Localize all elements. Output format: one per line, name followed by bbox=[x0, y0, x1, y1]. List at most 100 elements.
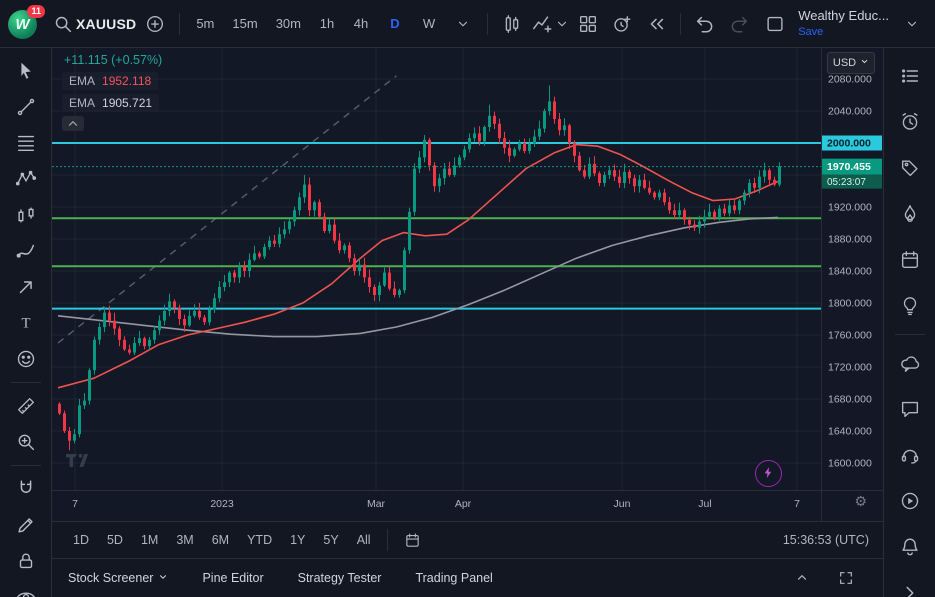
user-menu-button[interactable]: W 11 bbox=[8, 7, 42, 41]
grid-icon bbox=[577, 13, 599, 35]
timeframe-1d-active[interactable]: D bbox=[380, 7, 410, 41]
range-5d[interactable]: 5D bbox=[100, 529, 130, 551]
top-toolbar: W 11 XAUUSD 5m 15m 30m 1h 4h D W bbox=[0, 0, 935, 48]
divider bbox=[895, 334, 925, 335]
arrow-marker-icon[interactable] bbox=[7, 271, 45, 303]
trend-line-icon[interactable] bbox=[7, 91, 45, 123]
tab-pine-editor[interactable]: Pine Editor bbox=[202, 571, 263, 585]
layout-name-button[interactable]: Wealthy Educ... Save bbox=[796, 7, 891, 41]
panel-open-chevron-icon[interactable] bbox=[787, 565, 817, 591]
redo-button[interactable] bbox=[724, 7, 754, 41]
panel-collapse-icon[interactable] bbox=[891, 573, 929, 597]
toolbar-divider bbox=[680, 13, 681, 35]
timeframe-15m[interactable]: 15m bbox=[225, 7, 264, 41]
chart-style-button[interactable] bbox=[497, 7, 527, 41]
axis-settings-gear-icon[interactable]: ⚙ bbox=[854, 494, 867, 508]
svg-text:1720.000: 1720.000 bbox=[828, 362, 872, 374]
legend-collapse-button[interactable] bbox=[62, 116, 84, 131]
magnet-icon[interactable] bbox=[7, 473, 45, 505]
timeframe-menu-button[interactable] bbox=[448, 7, 478, 41]
indicators-button[interactable] bbox=[531, 7, 569, 41]
private-chat-bubble-icon[interactable] bbox=[891, 389, 929, 429]
symbol-search-button[interactable]: XAUUSD bbox=[52, 7, 136, 41]
notifications-bell-icon[interactable] bbox=[891, 527, 929, 567]
alert-clock-icon bbox=[611, 13, 633, 35]
public-chat-cloud-icon[interactable] bbox=[891, 343, 929, 383]
range-ytd[interactable]: YTD bbox=[240, 529, 279, 551]
hide-drawings-eye-icon[interactable] bbox=[7, 581, 45, 597]
lightning-icon bbox=[762, 466, 775, 482]
chevron-down-icon bbox=[555, 17, 569, 31]
watchlist-icon[interactable] bbox=[891, 56, 929, 96]
layout-templates-button[interactable] bbox=[573, 7, 603, 41]
calendar-icon[interactable] bbox=[891, 240, 929, 280]
svg-text:1800.000: 1800.000 bbox=[828, 298, 872, 310]
hotlists-flame-icon[interactable] bbox=[891, 194, 929, 234]
svg-text:2080.000: 2080.000 bbox=[828, 74, 872, 86]
tab-label: Trading Panel bbox=[415, 571, 492, 585]
xabcd-pattern-icon[interactable] bbox=[7, 163, 45, 195]
compare-add-symbol-button[interactable] bbox=[140, 7, 170, 41]
range-6m[interactable]: 6M bbox=[205, 529, 236, 551]
range-1m[interactable]: 1M bbox=[134, 529, 165, 551]
ideas-tag-icon[interactable] bbox=[891, 148, 929, 188]
ema-legend-row[interactable]: EMA 1952.118 bbox=[62, 72, 158, 90]
svg-text:7: 7 bbox=[794, 498, 800, 510]
right-sidebar bbox=[883, 48, 935, 597]
range-5y[interactable]: 5Y bbox=[316, 529, 345, 551]
divider bbox=[11, 382, 41, 383]
save-layout-link[interactable]: Save bbox=[798, 25, 823, 39]
range-1d[interactable]: 1D bbox=[66, 529, 96, 551]
support-headset-icon[interactable] bbox=[891, 435, 929, 475]
emoji-icon[interactable] bbox=[7, 343, 45, 375]
chevron-down-icon bbox=[456, 17, 470, 31]
alerts-clock-icon[interactable] bbox=[891, 102, 929, 142]
price-chart-canvas[interactable]: 2080.0002040.0002000.0001960.0001920.000… bbox=[52, 48, 883, 521]
streams-play-icon[interactable] bbox=[891, 481, 929, 521]
go-to-date-icon[interactable] bbox=[397, 528, 428, 553]
layout-menu-button[interactable] bbox=[897, 7, 927, 41]
fullscreen-icon[interactable] bbox=[831, 565, 861, 591]
select-layout-button[interactable] bbox=[760, 7, 790, 41]
bottom-range-bar: 1D 5D 1M 3M 6M YTD 1Y 5Y All 15:36:53 (U… bbox=[52, 521, 883, 558]
range-3m[interactable]: 3M bbox=[169, 529, 200, 551]
measure-ruler-icon[interactable] bbox=[7, 390, 45, 422]
tab-trading-panel[interactable]: Trading Panel bbox=[415, 571, 492, 585]
tab-stock-screener[interactable]: Stock Screener bbox=[68, 571, 168, 585]
indicator-label: EMA bbox=[69, 96, 95, 110]
forecast-icon[interactable] bbox=[7, 199, 45, 231]
tradingview-app: W 11 XAUUSD 5m 15m 30m 1h 4h D W bbox=[0, 0, 935, 597]
timeframe-4h[interactable]: 4h bbox=[346, 7, 376, 41]
timeframe-1w[interactable]: W bbox=[414, 7, 444, 41]
fib-retracement-icon[interactable] bbox=[7, 127, 45, 159]
range-all[interactable]: All bbox=[350, 529, 378, 551]
bar-replay-button[interactable] bbox=[641, 7, 671, 41]
svg-text:T: T bbox=[21, 316, 30, 332]
create-alert-button[interactable] bbox=[607, 7, 637, 41]
quick-action-bolt-button[interactable] bbox=[755, 460, 782, 487]
svg-text:1920.000: 1920.000 bbox=[828, 202, 872, 214]
chart-column: 2080.0002040.0002000.0001960.0001920.000… bbox=[52, 48, 883, 597]
svg-text:Jun: Jun bbox=[614, 498, 631, 510]
currency-select[interactable]: USD bbox=[827, 52, 875, 74]
chart-region: 2080.0002040.0002000.0001960.0001920.000… bbox=[52, 48, 883, 521]
session-clock[interactable]: 15:36:53 (UTC) bbox=[783, 533, 869, 547]
brush-icon[interactable] bbox=[7, 235, 45, 267]
ema-legend-row[interactable]: EMA 1905.721 bbox=[62, 94, 159, 112]
lock-icon[interactable] bbox=[7, 545, 45, 577]
ideas-lightbulb-icon[interactable] bbox=[891, 286, 929, 326]
timeframe-1h[interactable]: 1h bbox=[312, 7, 342, 41]
zoom-in-icon[interactable] bbox=[7, 426, 45, 458]
timeframe-5m[interactable]: 5m bbox=[189, 7, 221, 41]
svg-text:1680.000: 1680.000 bbox=[828, 394, 872, 406]
cursor-icon[interactable] bbox=[7, 55, 45, 87]
symbol-name: XAUUSD bbox=[76, 16, 136, 32]
chart-legend: +11.115 (+0.57%) EMA 1952.118 EMA 1905.7… bbox=[62, 53, 162, 131]
text-tool-icon[interactable]: T bbox=[7, 307, 45, 339]
draw-pencil-icon[interactable] bbox=[7, 509, 45, 541]
timeframe-30m[interactable]: 30m bbox=[269, 7, 308, 41]
tab-strategy-tester[interactable]: Strategy Tester bbox=[298, 571, 382, 585]
range-1y[interactable]: 1Y bbox=[283, 529, 312, 551]
toolbar-divider bbox=[487, 13, 488, 35]
undo-button[interactable] bbox=[690, 7, 720, 41]
